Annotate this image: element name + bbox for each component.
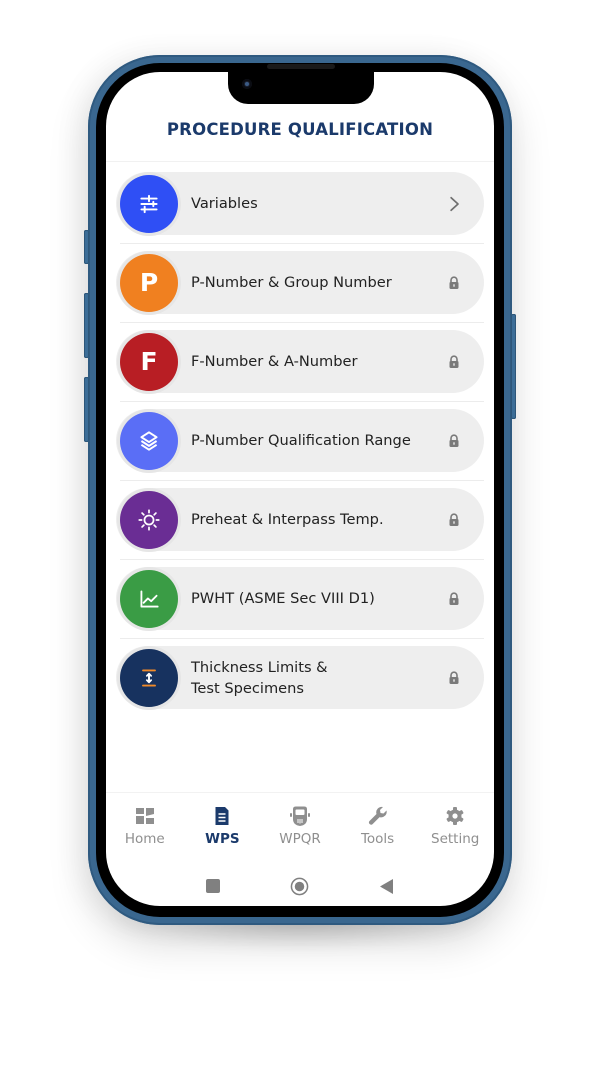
tab-label: Setting [431,831,480,847]
menu-item-label: PWHT (ASME Sec VIII D1) [191,590,375,607]
lock-icon [438,591,470,606]
menu-item-label: P-Number Qualification Range [191,432,411,449]
tab-wps[interactable]: WPS [184,800,262,856]
letter-f-icon: F [120,332,178,391]
volume-up-button [84,293,89,358]
layers-icon [120,411,178,470]
action-button [84,230,89,264]
tab-setting[interactable]: Setting [416,800,494,856]
letter-p-icon: P [120,253,178,312]
menu-item-label: F-Number & A-Number [191,353,358,370]
speaker-grille [267,64,335,69]
back-button[interactable] [379,879,393,894]
menu-item-f-number[interactable]: F F-Number & A-Number [116,330,484,402]
menu-item-label: Preheat & Interpass Temp. [191,511,384,528]
page-title: PROCEDURE QUALIFICATION [166,120,434,139]
lock-icon [438,354,470,369]
tab-home[interactable]: Home [106,800,184,856]
chevron-right-icon [438,196,470,212]
tab-label: Home [124,831,165,847]
lock-icon [438,512,470,527]
line-chart-icon [120,569,178,628]
tab-tools[interactable]: Tools [339,800,417,856]
menu-item-pwht[interactable]: PWHT (ASME Sec VIII D1) [116,567,484,639]
menu-item-thickness-limits[interactable]: Thickness Limits & Test Specimens [116,646,484,709]
lock-icon [438,433,470,448]
menu-item-preheat[interactable]: Preheat & Interpass Temp. [116,488,484,560]
header-divider [106,161,494,162]
recents-button[interactable] [206,879,220,893]
menu-item-p-number[interactable]: P P-Number & Group Number [116,251,484,323]
menu-item-variables[interactable]: Variables [116,172,484,244]
lock-icon [438,275,470,290]
front-camera [242,79,252,89]
document-icon [215,807,229,825]
dashboard-icon [135,808,154,824]
thickness-icon [120,648,178,707]
lock-icon [438,670,470,685]
menu-item-qualification-range[interactable]: P-Number Qualification Range [116,409,484,481]
menu-item-label: Variables [191,195,258,212]
system-navigation-bar [106,874,494,900]
tab-label: Tools [360,831,395,847]
gear-icon [446,807,464,825]
sliders-icon [120,174,178,233]
menu-item-label: P-Number & Group Number [191,274,392,291]
tab-label: WPQR [279,831,321,847]
wrench-icon [368,806,387,825]
menu-item-label: Thickness Limits & Test Specimens [191,658,328,697]
sun-icon [120,490,178,549]
home-button[interactable] [290,877,309,896]
power-button [511,314,516,419]
procedure-menu: Variables P P-Number & Group Number F F-… [116,172,484,725]
tabbar-divider [106,792,494,793]
welding-helmet-icon [289,806,310,826]
tab-wpqr[interactable]: WPQR [261,800,339,856]
bottom-tab-bar: Home WPS WPQR Tools Setting [106,800,494,856]
volume-down-button [84,377,89,442]
tab-label: WPS [205,831,240,847]
